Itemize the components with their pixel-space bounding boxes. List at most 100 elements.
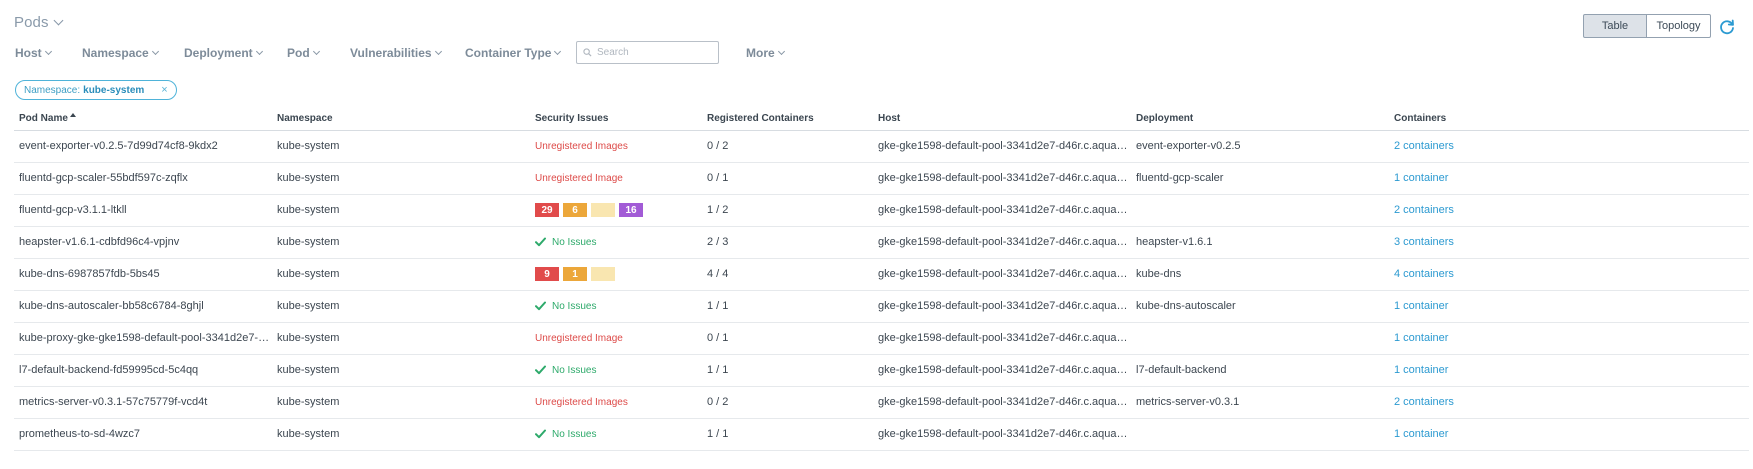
containers-link[interactable]: 1 container <box>1394 332 1448 344</box>
filter-pod[interactable]: Pod <box>287 46 320 60</box>
registered-containers-cell: 1 / 1 <box>702 418 873 451</box>
active-filter-value: kube-system <box>83 84 145 96</box>
pod-name-cell[interactable]: kube-dns-6987857fdb-5bs45 <box>14 258 272 291</box>
pod-name-cell[interactable]: l7-default-backend-fd59995cd-5c4qq <box>14 354 272 387</box>
column-header-namespace[interactable]: Namespace <box>272 108 530 131</box>
containers-link[interactable]: 1 container <box>1394 364 1448 376</box>
critical-count-badge[interactable]: 9 <box>535 267 559 281</box>
table-row[interactable]: kube-dns-6987857fdb-5bs45 kube-system 9 1 0 4… <box>14 258 1749 291</box>
registered-containers-cell: 0 / 2 <box>702 130 873 163</box>
deployment-cell: l7-default-backend <box>1131 354 1389 387</box>
pod-name-cell[interactable]: prometheus-to-sd-4wzc7 <box>14 418 272 451</box>
containers-cell: 1 container <box>1389 290 1749 323</box>
active-filter-chip: Namespace: kube-system × <box>15 80 177 100</box>
table-row[interactable]: event-exporter-v0.2.5-7d99d74cf8-9kdx2 ku… <box>14 130 1749 163</box>
high-count-badge[interactable]: 1 <box>563 267 587 281</box>
pod-name-cell[interactable]: heapster-v1.6.1-cdbfd96c4-vpjnv <box>14 226 272 259</box>
containers-cell: 1 container <box>1389 354 1749 387</box>
deployment-cell: heapster-v1.6.1 <box>1131 226 1389 259</box>
topology-view-button[interactable]: Topology <box>1647 14 1711 38</box>
table-view-button[interactable]: Table <box>1583 14 1647 38</box>
no-issues-status: No Issues <box>535 429 702 440</box>
page-title-dropdown[interactable]: Pods <box>14 14 64 31</box>
critical-count-badge[interactable]: 29 <box>535 203 559 217</box>
registered-containers-cell: 1 / 2 <box>702 194 873 227</box>
registered-containers-cell: 0 / 1 <box>702 162 873 195</box>
table-row[interactable]: fluentd-gcp-v3.1.1-ltkll kube-system 29 6 0 1… <box>14 194 1749 227</box>
pod-name-cell[interactable]: fluentd-gcp-v3.1.1-ltkll <box>14 194 272 227</box>
containers-link[interactable]: 2 containers <box>1394 204 1454 216</box>
containers-link[interactable]: 3 containers <box>1394 236 1454 248</box>
registered-containers-cell: 2 / 3 <box>702 226 873 259</box>
column-header-deployment[interactable]: Deployment <box>1131 108 1389 131</box>
sort-ascending-icon <box>69 113 76 118</box>
unregistered-image-warning: Unregistered Images <box>535 397 628 408</box>
column-header-registered-containers[interactable]: Registered Containers <box>702 108 873 131</box>
table-header-row: Pod Name Namespace Security Issues Regis… <box>14 108 1749 131</box>
checkmark-icon <box>535 429 546 439</box>
filter-vulnerabilities-label: Vulnerabilities <box>350 46 432 60</box>
table-row[interactable]: fluentd-gcp-scaler-55bdf597c-zqflx kube-s… <box>14 162 1749 195</box>
filter-namespace[interactable]: Namespace <box>82 46 159 60</box>
containers-link[interactable]: 1 container <box>1394 172 1448 184</box>
chevron-down-icon <box>434 47 442 56</box>
vulnerability-badges: 29 6 0 16 <box>535 203 702 217</box>
negligible-count-badge[interactable]: 16 <box>619 203 643 217</box>
chevron-down-icon <box>44 47 52 56</box>
deployment-cell: event-exporter-v0.2.5 <box>1131 130 1389 163</box>
table-row[interactable]: l7-default-backend-fd59995cd-5c4qq kube-s… <box>14 354 1749 387</box>
containers-cell: 4 containers <box>1389 258 1749 291</box>
host-cell: gke-gke1598-default-pool-3341d2e7-d46r.c… <box>873 354 1131 387</box>
pod-name-cell[interactable]: fluentd-gcp-scaler-55bdf597c-zqflx <box>14 162 272 195</box>
medium-count-badge[interactable]: 0 <box>591 203 615 217</box>
pods-table: Pod Name Namespace Security Issues Regis… <box>14 108 1749 451</box>
containers-link[interactable]: 2 containers <box>1394 396 1454 408</box>
pod-name-cell[interactable]: metrics-server-v0.3.1-57c75779f-vcd4t <box>14 386 272 419</box>
namespace-cell: kube-system <box>272 194 530 227</box>
deployment-cell <box>1131 194 1389 227</box>
filter-container-type[interactable]: Container Type <box>465 46 562 60</box>
no-issues-status: No Issues <box>535 237 702 248</box>
column-header-containers[interactable]: Containers <box>1389 108 1749 131</box>
namespace-cell: kube-system <box>272 226 530 259</box>
host-cell: gke-gke1598-default-pool-3341d2e7-d46r.c… <box>873 386 1131 419</box>
namespace-cell: kube-system <box>272 418 530 451</box>
checkmark-icon <box>535 237 546 247</box>
filter-host-label: Host <box>15 46 42 60</box>
column-header-host[interactable]: Host <box>873 108 1131 131</box>
search-box[interactable] <box>576 41 719 64</box>
containers-link[interactable]: 2 containers <box>1394 140 1454 152</box>
containers-link[interactable]: 4 containers <box>1394 268 1454 280</box>
checkmark-icon <box>535 301 546 311</box>
containers-cell: 3 containers <box>1389 226 1749 259</box>
medium-count-badge[interactable]: 0 <box>591 267 615 281</box>
pod-name-cell[interactable]: event-exporter-v0.2.5-7d99d74cf8-9kdx2 <box>14 130 272 163</box>
remove-filter-icon[interactable]: × <box>161 84 167 96</box>
high-count-badge[interactable]: 6 <box>563 203 587 217</box>
column-header-security-issues[interactable]: Security Issues <box>530 108 702 131</box>
column-header-pod-name[interactable]: Pod Name <box>14 108 272 131</box>
filter-more[interactable]: More <box>746 46 785 60</box>
host-cell: gke-gke1598-default-pool-3341d2e7-d46r.c… <box>873 130 1131 163</box>
no-issues-status: No Issues <box>535 365 702 376</box>
deployment-cell: kube-dns <box>1131 258 1389 291</box>
containers-link[interactable]: 1 container <box>1394 300 1448 312</box>
refresh-icon[interactable] <box>1718 18 1736 36</box>
containers-link[interactable]: 1 container <box>1394 428 1448 440</box>
table-row[interactable]: kube-dns-autoscaler-bb58c6784-8ghjl kube-… <box>14 290 1749 323</box>
deployment-cell: fluentd-gcp-scaler <box>1131 162 1389 195</box>
chevron-down-icon <box>53 15 64 26</box>
table-row[interactable]: metrics-server-v0.3.1-57c75779f-vcd4t kub… <box>14 386 1749 419</box>
pod-name-cell[interactable]: kube-dns-autoscaler-bb58c6784-8ghjl <box>14 290 272 323</box>
pod-name-cell[interactable]: kube-proxy-gke-gke1598-default-pool-3341… <box>14 322 272 355</box>
security-issues-cell: No Issues <box>530 290 702 323</box>
filter-vulnerabilities[interactable]: Vulnerabilities <box>350 46 442 60</box>
filter-host[interactable]: Host <box>15 46 52 60</box>
table-row[interactable]: kube-proxy-gke-gke1598-default-pool-3341… <box>14 322 1749 355</box>
table-row[interactable]: prometheus-to-sd-4wzc7 kube-system No Issu… <box>14 418 1749 451</box>
registered-containers-cell: 4 / 4 <box>702 258 873 291</box>
chevron-down-icon <box>151 47 159 56</box>
table-row[interactable]: heapster-v1.6.1-cdbfd96c4-vpjnv kube-syst… <box>14 226 1749 259</box>
filter-deployment[interactable]: Deployment <box>184 46 263 60</box>
search-input[interactable] <box>597 47 715 58</box>
